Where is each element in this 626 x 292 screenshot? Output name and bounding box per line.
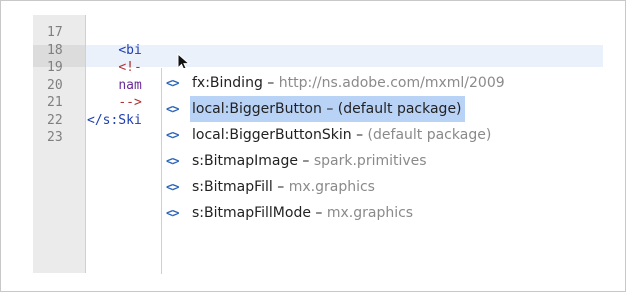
code-line[interactable]: </s:Ski — [87, 112, 142, 130]
autocomplete-item-name: s:BitmapFillMode — [192, 205, 311, 221]
code-token-attr: nam — [118, 77, 142, 93]
line-number: 20 — [47, 77, 63, 93]
autocomplete-item-name: fx:Binding — [192, 75, 263, 91]
line-numbers: 17 18 19 20 21 22 23 — [47, 24, 63, 147]
autocomplete-item[interactable]: <> fx:Binding – http://ns.adobe.com/mxml/… — [166, 70, 614, 96]
code-token-tag: <bi — [118, 42, 142, 58]
line-number: 19 — [47, 60, 63, 75]
autocomplete-item-separator: – — [321, 101, 338, 117]
xml-tag-icon: <> — [166, 102, 179, 116]
autocomplete-item-package: (default package) — [337, 101, 462, 117]
autocomplete-item-separator: – — [262, 75, 279, 91]
autocomplete-item-package: (default package) — [367, 127, 492, 143]
xml-tag-icon: <> — [166, 180, 179, 194]
line-number: 18 — [47, 42, 63, 58]
autocomplete-popup[interactable]: <> fx:Binding – http://ns.adobe.com/mxml/… — [161, 68, 618, 274]
autocomplete-item-separator: – — [272, 179, 289, 195]
autocomplete-item-text: s:BitmapFillMode – mx.graphics — [192, 205, 413, 221]
code-token-tag: </s:Ski — [87, 112, 142, 128]
autocomplete-item-text: fx:Binding – http://ns.adobe.com/mxml/20… — [192, 75, 505, 91]
xml-tag-icon: <> — [166, 76, 179, 90]
autocomplete-item[interactable]: <> local:BiggerButtonSkin – (default pack… — [166, 122, 614, 148]
autocomplete-item[interactable]: <> s:BitmapImage – spark.primitives — [166, 148, 614, 174]
autocomplete-item-name: local:BiggerButton — [192, 101, 322, 117]
autocomplete-item[interactable]: <> s:BitmapFillMode – mx.graphics — [166, 200, 614, 226]
line-number: 17 — [47, 25, 63, 40]
autocomplete-item-separator: – — [351, 127, 368, 143]
autocomplete-item-package: http://ns.adobe.com/mxml/2009 — [278, 75, 505, 91]
autocomplete-item-text: local:BiggerButton – (default package) — [190, 96, 465, 122]
autocomplete-list[interactable]: <> fx:Binding – http://ns.adobe.com/mxml/… — [166, 70, 614, 226]
code-line[interactable]: <!- — [87, 59, 142, 77]
xml-tag-icon: <> — [166, 128, 179, 142]
line-number: 22 — [47, 112, 63, 128]
autocomplete-item-name: local:BiggerButtonSkin — [192, 127, 352, 143]
autocomplete-item-name: s:BitmapImage — [192, 153, 298, 169]
code-line[interactable] — [87, 129, 142, 147]
autocomplete-item[interactable]: <> s:BitmapFill – mx.graphics — [166, 174, 614, 200]
xml-tag-icon: <> — [166, 206, 179, 220]
line-number: 23 — [47, 130, 63, 145]
code-line[interactable] — [87, 24, 142, 42]
code-line[interactable]: <bi — [87, 42, 142, 60]
autocomplete-item-name: s:BitmapFill — [192, 179, 273, 195]
current-line-highlight — [86, 45, 603, 67]
autocomplete-item[interactable]: <> local:BiggerButton – (default package) — [166, 96, 614, 122]
code-lines[interactable]: <bi <!- nam --> </s:Ski — [87, 24, 142, 147]
code-line[interactable]: nam — [87, 77, 142, 95]
code-token-comment: --> — [118, 95, 142, 110]
window-frame: 17 18 19 20 21 22 23 <bi <!- nam --> </s:Ski <>… — [0, 0, 626, 292]
autocomplete-item-package: spark.primitives — [313, 153, 427, 169]
autocomplete-item-separator: – — [310, 205, 327, 221]
autocomplete-item-text: s:BitmapImage – spark.primitives — [192, 153, 427, 169]
xml-tag-icon: <> — [166, 154, 179, 168]
autocomplete-item-package: mx.graphics — [288, 179, 375, 195]
autocomplete-item-text: s:BitmapFill – mx.graphics — [192, 179, 375, 195]
line-number: 21 — [47, 95, 63, 110]
autocomplete-item-package: mx.graphics — [326, 205, 414, 221]
code-token-comment: <!- — [118, 60, 142, 75]
code-line[interactable]: --> — [87, 94, 142, 112]
autocomplete-item-separator: – — [297, 153, 314, 169]
autocomplete-item-text: local:BiggerButtonSkin – (default packag… — [192, 127, 491, 143]
